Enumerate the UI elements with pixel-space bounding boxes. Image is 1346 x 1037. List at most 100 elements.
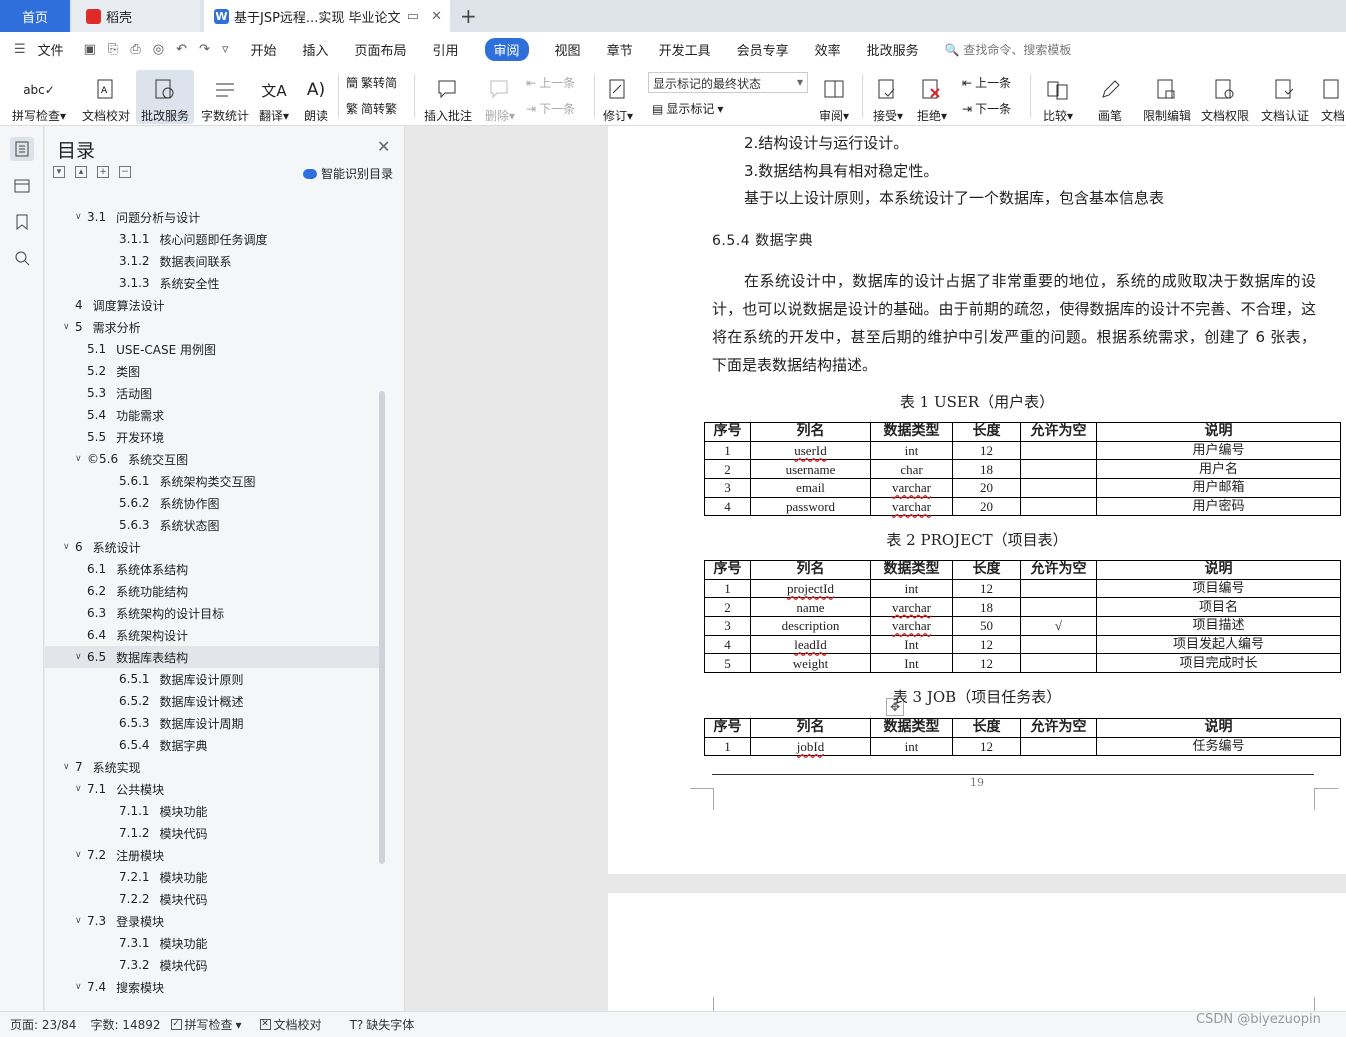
menu-item[interactable]: 批改服务 xyxy=(867,40,919,59)
chevron-down-icon[interactable]: ∨ xyxy=(75,916,87,926)
toc-item[interactable]: 3.1.2 数据表间联系 xyxy=(45,250,379,272)
chevron-down-icon[interactable]: ∨ xyxy=(63,542,75,552)
next-comment-button[interactable]: ⇥ 下一条 xyxy=(526,100,575,117)
toc-item[interactable]: 6.5.2 数据库设计概述 xyxy=(45,690,379,712)
toc-item[interactable]: 5.4 功能需求 xyxy=(45,404,379,426)
doc-proof-button[interactable]: A 文档校对 xyxy=(78,70,134,124)
menu-item[interactable]: 页面布局 xyxy=(355,40,407,59)
reject-button[interactable]: 拒绝▾ xyxy=(914,70,950,124)
toc-scrollbar[interactable] xyxy=(379,391,385,864)
toc-nav-icon[interactable] xyxy=(10,137,34,161)
markup-state-select[interactable]: 显示标记的最终状态 ▾ xyxy=(648,72,808,93)
toc-item[interactable]: ∨ 7 系统实现 xyxy=(45,756,379,778)
toc-item[interactable]: 5.2 类图 xyxy=(45,360,379,382)
menu-item[interactable]: 引用 xyxy=(433,40,459,59)
toc-item[interactable]: 5.6.3 系统状态图 xyxy=(45,514,379,536)
prev-change-button[interactable]: ⇤ 上一条 xyxy=(962,74,1011,91)
export-icon[interactable]: ⎘ xyxy=(108,42,118,57)
translate-button[interactable]: 文A 翻译▾ xyxy=(256,70,292,124)
doc-rights-button[interactable]: 文档权限 xyxy=(1198,70,1252,124)
doc-more-button[interactable]: 文档 xyxy=(1320,70,1346,124)
toc-item[interactable]: ∨ 7.3 登录模块 xyxy=(45,910,379,932)
command-search[interactable]: 🔍 查找命令、搜索模板 xyxy=(945,41,1072,58)
toc-item[interactable]: 7.2.1 模块功能 xyxy=(45,866,379,888)
missing-font-indicator[interactable]: T? 缺失字体 xyxy=(350,1016,415,1033)
add-level-icon[interactable]: + xyxy=(97,166,109,178)
chevron-down-icon[interactable]: ∨ xyxy=(75,982,87,992)
close-tab-icon[interactable]: ✕ xyxy=(431,9,442,24)
menu-item[interactable]: 审阅 xyxy=(484,37,529,61)
tab-daoke[interactable]: 稻壳 xyxy=(72,0,200,32)
toc-item[interactable]: 6.5.3 数据库设计周期 xyxy=(45,712,379,734)
toc-item[interactable]: 5.3 活动图 xyxy=(45,382,379,404)
restrict-edit-button[interactable]: 限制编辑 xyxy=(1140,70,1194,124)
save-icon[interactable]: ▣ xyxy=(84,42,96,57)
bookmark-icon[interactable] xyxy=(10,210,34,234)
chevron-down-icon[interactable]: ∨ xyxy=(75,212,87,222)
chevron-down-icon[interactable]: ∨ xyxy=(75,652,87,662)
delete-comment-button[interactable]: 删除▾ xyxy=(480,70,520,124)
toc-item[interactable]: 5.6.2 系统协作图 xyxy=(45,492,379,514)
toc-item[interactable]: ∨ 7.4 搜索模块 xyxy=(45,976,379,998)
preview-icon[interactable]: ◎ xyxy=(153,42,164,57)
toc-item[interactable]: ∨ ©5.6 系统交互图 xyxy=(45,448,379,470)
status-spell-check[interactable]: ✓ 拼写检查 ▾ xyxy=(170,1016,242,1033)
collapse-all-icon[interactable]: ▴ xyxy=(75,166,87,178)
menu-item[interactable]: 效率 xyxy=(815,40,841,59)
undo-icon[interactable]: ↶ xyxy=(176,42,187,57)
new-tab-icon[interactable]: + xyxy=(460,4,477,28)
chevron-down-icon[interactable]: ∨ xyxy=(75,454,87,464)
toc-item[interactable]: 7.2.2 模块代码 xyxy=(45,888,379,910)
tab-home[interactable]: 首页 xyxy=(0,0,70,32)
toc-item[interactable]: 6.1 系统体系结构 xyxy=(45,558,379,580)
search-icon[interactable] xyxy=(10,246,34,270)
prev-comment-button[interactable]: ⇤ 上一条 xyxy=(526,74,575,91)
toc-item[interactable]: 7.1.2 模块代码 xyxy=(45,822,379,844)
chevron-down-icon[interactable]: ∨ xyxy=(63,322,75,332)
toc-item[interactable]: 7.3.2 模块代码 xyxy=(45,954,379,976)
insert-comment-button[interactable]: 插入批注 xyxy=(420,70,476,124)
page-indicator[interactable]: 页面: 23/84 xyxy=(10,1016,76,1033)
status-doc-proof[interactable]: ✕ 文档校对 xyxy=(259,1016,322,1033)
close-icon[interactable]: ✕ xyxy=(377,137,390,156)
toc-item[interactable]: ∨ 6 系统设计 xyxy=(45,536,379,558)
hamburger-icon[interactable]: ☰ xyxy=(14,42,26,57)
toc-item[interactable]: ∨ 6.5 数据库表结构 xyxy=(45,646,379,668)
accept-button[interactable]: 接受▾ xyxy=(870,70,906,124)
toc-item[interactable]: 5.5 开发环境 xyxy=(45,426,379,448)
chevron-down-icon[interactable]: ∨ xyxy=(75,850,87,860)
menu-item[interactable]: 插入 xyxy=(302,40,328,59)
toc-item[interactable]: 4 调度算法设计 xyxy=(45,294,379,316)
toc-item[interactable]: 6.2 系统功能结构 xyxy=(45,580,379,602)
toc-item[interactable]: 5.1 USE-CASE 用例图 xyxy=(45,338,379,360)
trad-to-simp-button[interactable]: 簡繁转简 xyxy=(346,74,397,91)
correction-service-button[interactable]: 批改服务 xyxy=(136,70,194,124)
smart-toc-button[interactable]: 智能识别目录 xyxy=(303,165,393,182)
spell-check-button[interactable]: abc✓ 拼写检查▾ xyxy=(8,70,70,124)
simp-to-trad-button[interactable]: 繁简转繁 xyxy=(346,100,397,117)
remove-level-icon[interactable]: − xyxy=(119,166,131,178)
menu-item[interactable]: 章节 xyxy=(607,40,633,59)
read-aloud-button[interactable]: A) 朗读 xyxy=(298,70,334,124)
toc-item[interactable]: 6.5.1 数据库设计原则 xyxy=(45,668,379,690)
tab-document[interactable]: W 基于JSP远程...实现 毕业论文 ▭ ✕ xyxy=(204,0,450,32)
toc-item[interactable]: ∨ 5 需求分析 xyxy=(45,316,379,338)
more-quick-icon[interactable]: ▿ xyxy=(222,42,229,57)
redo-icon[interactable]: ↷ xyxy=(199,42,210,57)
toc-item[interactable]: 6.3 系统架构的设计目标 xyxy=(45,602,379,624)
word-count-indicator[interactable]: 字数: 14892 xyxy=(90,1016,160,1033)
toc-item[interactable]: ∨ 3.1 问题分析与设计 xyxy=(45,206,379,228)
chevron-down-icon[interactable]: ∨ xyxy=(75,784,87,794)
menu-item[interactable]: 开始 xyxy=(250,40,276,59)
print-icon[interactable]: ⎙ xyxy=(130,42,140,57)
menu-item[interactable]: 视图 xyxy=(555,40,581,59)
pen-button[interactable]: 画笔 xyxy=(1090,70,1130,124)
toc-item[interactable]: 3.1.3 系统安全性 xyxy=(45,272,379,294)
menu-file[interactable]: 文件 xyxy=(38,40,64,59)
chapter-nav-icon[interactable] xyxy=(10,173,34,197)
toc-item[interactable]: 3.1.1 核心问题即任务调度 xyxy=(45,228,379,250)
toc-item[interactable]: 7.3.1 模块功能 xyxy=(45,932,379,954)
compare-button[interactable]: 比较▾ xyxy=(1038,70,1078,124)
track-changes-button[interactable]: 修订▾ xyxy=(600,70,636,124)
doc-cert-button[interactable]: 文档认证 xyxy=(1256,70,1314,124)
